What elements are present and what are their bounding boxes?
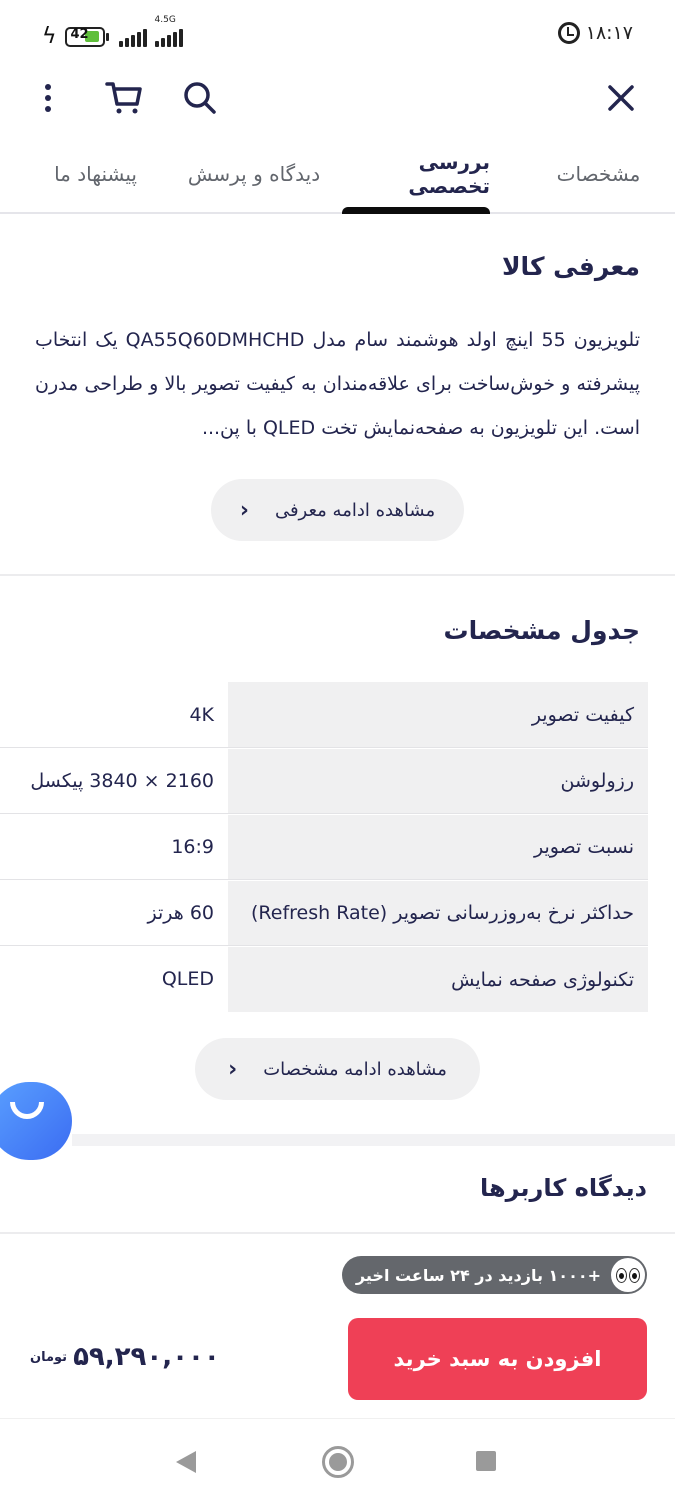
- network-type: 4.5G: [154, 14, 176, 25]
- cart-icon[interactable]: [104, 76, 144, 120]
- recent-apps-icon[interactable]: [476, 1451, 496, 1471]
- section-divider: [0, 574, 675, 576]
- product-tabs: مشخصات بررسی تخصصی دیدگاه و پرسش پیشنهاد…: [0, 136, 675, 214]
- reviews-section: دیدگاه کاربرها: [0, 1174, 675, 1202]
- intro-text: تلویزیون 55 اینچ اولد هوشمند سام مدل QA5…: [35, 329, 640, 439]
- tab-comments-questions[interactable]: دیدگاه و پرسش: [168, 136, 340, 212]
- home-icon[interactable]: [322, 1446, 354, 1478]
- close-icon[interactable]: [601, 76, 641, 120]
- signal-icon: [118, 27, 147, 47]
- reviews-title: دیدگاه کاربرها: [479, 1174, 647, 1202]
- tab-label: دیدگاه و پرسش: [187, 162, 321, 186]
- chevron-left-icon: ‹: [239, 497, 249, 523]
- spec-value: 16:9: [171, 835, 214, 858]
- section-separator: [72, 1134, 675, 1146]
- tab-specifications[interactable]: مشخصات: [502, 136, 675, 212]
- intro-body: تلویزیون 55 اینچ اولد هوشمند سام مدل QA5…: [0, 318, 675, 450]
- spec-key: تکنولوژی صفحه نمایش: [228, 946, 648, 1012]
- spec-value: 2160 × 3840 پیکسل: [30, 769, 214, 792]
- status-time: ۱۸:۱۷: [585, 22, 633, 44]
- table-row: تکنولوژی صفحه نمایش QLED: [0, 946, 648, 1012]
- status-right: ۱۸:۱۷: [557, 22, 633, 44]
- back-icon[interactable]: [176, 1451, 196, 1473]
- spec-key: کیفیت تصویر: [228, 682, 648, 747]
- specs-title: جدول مشخصات: [443, 616, 640, 645]
- more-specs-label: مشاهده ادامه مشخصات: [263, 1058, 447, 1080]
- more-vertical-icon[interactable]: [36, 76, 60, 120]
- status-indicators: ϟ 42 4.5G: [42, 15, 183, 49]
- table-row: حداکثر نرخ به‌روزرسانی تصویر (Refresh Ra…: [0, 880, 648, 946]
- visits-badge: +۱۰۰۰ بازدید در ۲۴ ساعت اخیر: [341, 1256, 647, 1294]
- search-icon[interactable]: [180, 76, 220, 120]
- add-to-cart-button[interactable]: افزودن به سبد خرید: [348, 1318, 647, 1400]
- intro-section: معرفی کالا: [0, 252, 675, 281]
- system-nav-bar: [0, 1418, 675, 1500]
- chevron-left-icon: ‹: [228, 1056, 238, 1082]
- specs-section: جدول مشخصات: [0, 616, 675, 645]
- tab-label: پیشنهاد ما: [54, 162, 137, 186]
- more-specs-button[interactable]: مشاهده ادامه مشخصات ‹: [195, 1038, 480, 1100]
- alarm-icon: [557, 22, 580, 44]
- eyes-icon: [611, 1258, 645, 1292]
- more-intro-button[interactable]: مشاهده ادامه معرفی ‹: [211, 479, 464, 541]
- battery-icon: 42: [64, 26, 109, 47]
- spec-key: حداکثر نرخ به‌روزرسانی تصویر (Refresh Ra…: [228, 880, 648, 945]
- spec-value: QLED: [161, 968, 214, 990]
- table-row: کیفیت تصویر 4K: [0, 682, 648, 748]
- tab-label: بررسی تخصصی: [408, 150, 490, 198]
- status-bar: ϟ 42 4.5G ۱۸:۱۷: [0, 0, 675, 76]
- price-value: ۵۹,۲۹۰,۰۰۰: [73, 1342, 220, 1372]
- table-row: نسبت تصویر 16:9: [0, 814, 648, 880]
- spec-value: 60 هرتز: [147, 901, 214, 924]
- tab-expert-review[interactable]: بررسی تخصصی: [342, 136, 490, 214]
- currency-label: تومان: [30, 1349, 68, 1365]
- signal-icon: 4.5G: [154, 15, 183, 47]
- spec-key: رزولوشن: [228, 748, 648, 813]
- top-toolbar: [0, 76, 675, 136]
- price: تومان ۵۹,۲۹۰,۰۰۰: [30, 1342, 220, 1372]
- purchase-bar: +۱۰۰۰ بازدید در ۲۴ ساعت اخیر افزودن به س…: [0, 1232, 675, 1418]
- spec-key: نسبت تصویر: [228, 814, 648, 879]
- more-intro-label: مشاهده ادامه معرفی: [274, 499, 436, 521]
- tab-recommendations[interactable]: پیشنهاد ما: [23, 136, 168, 212]
- intro-title: معرفی کالا: [501, 252, 640, 281]
- charging-icon: ϟ: [42, 24, 57, 49]
- visits-text: +۱۰۰۰ بازدید در ۲۴ ساعت اخیر: [355, 1265, 601, 1285]
- specs-table: کیفیت تصویر 4K رزولوشن 2160 × 3840 پیکسل…: [0, 682, 648, 1012]
- chat-support-button[interactable]: [0, 1082, 72, 1160]
- battery-level: 42: [70, 26, 89, 42]
- spec-value: 4K: [189, 703, 214, 726]
- table-row: رزولوشن 2160 × 3840 پیکسل: [0, 748, 648, 814]
- tab-label: مشخصات: [556, 162, 641, 186]
